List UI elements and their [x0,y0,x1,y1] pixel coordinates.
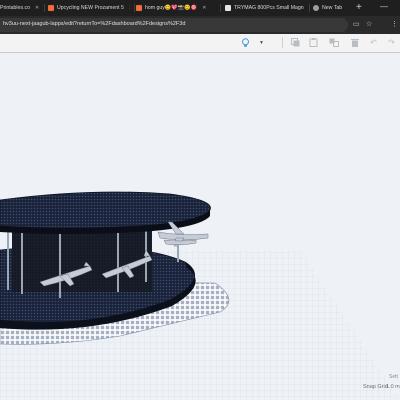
snap-grid-value[interactable]: 1.0 m [386,384,400,390]
edit-grid-settings-label[interactable]: Sett [389,374,398,380]
printables-icon [48,5,54,11]
lightbulb-icon[interactable] [240,37,251,48]
tab-title: New Tab [322,5,343,11]
close-icon[interactable]: ✕ [202,5,206,11]
editor-toolbar: ▼ ↶ ↷ [0,34,400,53]
3d-workplane-viewport[interactable] [0,53,400,400]
new-tab-button[interactable]: + [356,1,362,15]
copy-icon[interactable] [290,37,301,48]
tab-trymag[interactable]: TRYMAG 800Pcs Small Magn ✕ [225,1,309,15]
menu-dots-icon[interactable]: ⋮ [391,20,398,29]
tab-title: Printables.co [0,5,30,11]
toolbar-divider [282,37,283,48]
bookmark-star-icon[interactable]: ☆ [366,20,372,29]
url-text[interactable]: hv3uu-next-jaagub-lapps/edit?returnTo=%2… [3,21,185,27]
tab-title: hom guy😊💖📸😊🎯 [145,5,198,11]
cast-icon[interactable]: ▭ [353,20,360,29]
close-icon[interactable]: ✕ [129,5,130,11]
address-bar-row: hv3uu-next-jaagub-lapps/edit?returnTo=%2… [0,16,400,34]
tab-title: TRYMAG 800Pcs Small Magn [234,5,304,11]
browser-tab-strip: Printables.co ✕ Upcycling NEW Prozament … [0,0,400,16]
close-icon[interactable]: ✕ [35,5,39,11]
amazon-icon [225,5,231,11]
tab-upcycling[interactable]: Upcycling NEW Prozament 5 ✕ [48,1,130,15]
duplicate-icon[interactable] [328,37,339,48]
printables-icon [136,5,142,11]
tab-hom-guy[interactable]: hom guy😊💖📸😊🎯 ✕ [136,1,220,15]
snap-grid-label: Snap Grid [363,384,388,390]
paste-icon[interactable] [308,37,319,48]
dropdown-arrow-icon[interactable]: ▼ [256,37,267,48]
tab-new-tab[interactable]: New Tab [313,1,353,15]
globe-icon [313,5,319,11]
tab-title: Upcycling NEW Prozament 5 [57,5,124,11]
minimize-icon[interactable]: — [380,2,388,11]
tab-printables[interactable]: Printables.co ✕ [0,1,42,15]
address-bar[interactable]: hv3uu-next-jaagub-lapps/edit?returnTo=%2… [0,18,348,32]
redo-icon[interactable]: ↷ [386,37,397,48]
undo-icon[interactable]: ↶ [368,37,379,48]
delete-icon[interactable] [349,37,360,48]
